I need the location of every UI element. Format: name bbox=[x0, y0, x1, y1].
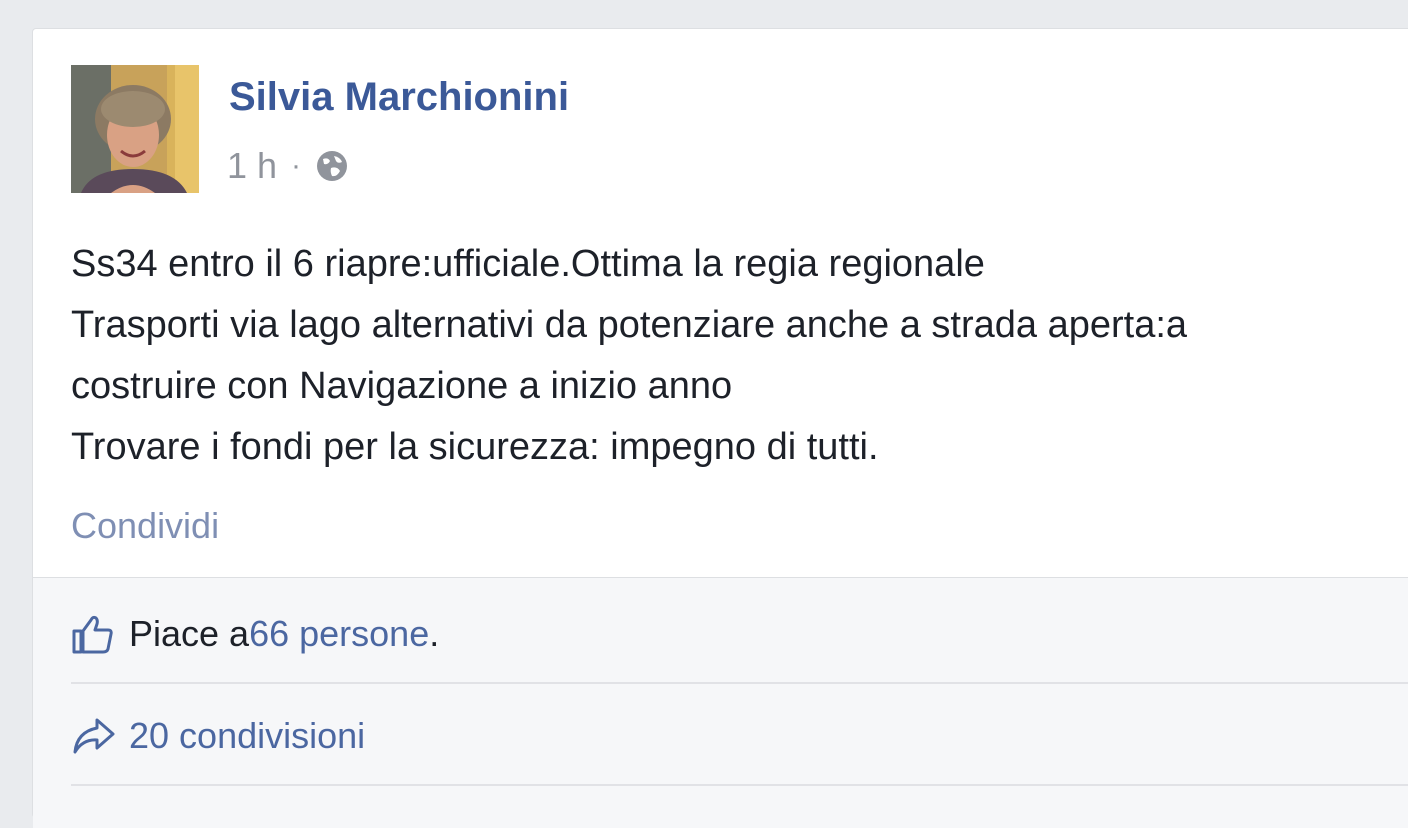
share-link[interactable]: Condividi bbox=[71, 505, 219, 547]
post-text-line: costruire con Navigazione a inizio anno bbox=[71, 365, 733, 407]
post-footer: Piace a 66 persone . 20 condivisioni bbox=[33, 577, 1408, 828]
likes-row: Piace a 66 persone . bbox=[71, 584, 1408, 684]
likes-prefix: Piace a bbox=[129, 613, 250, 654]
avatar[interactable] bbox=[71, 65, 199, 193]
author-name[interactable]: Silvia Marchionini bbox=[229, 75, 569, 120]
post-card: Silvia Marchionini 1 h · Ss34 entro il 6… bbox=[32, 28, 1408, 828]
post-meta: 1 h · bbox=[227, 143, 349, 189]
likes-people-link[interactable]: 66 persone bbox=[249, 613, 429, 655]
divider bbox=[71, 682, 1408, 684]
post-text-line: Trasporti via lago alternativi da potenz… bbox=[71, 304, 1188, 346]
thumbs-up-icon[interactable] bbox=[71, 612, 115, 656]
post-text-line: Ss34 entro il 6 riapre:ufficiale.Ottima … bbox=[71, 243, 985, 285]
divider bbox=[71, 784, 1408, 786]
share-arrow-icon[interactable] bbox=[71, 714, 115, 758]
likes-suffix: . bbox=[429, 613, 440, 654]
shares-count-link[interactable]: 20 condivisioni bbox=[129, 715, 365, 757]
timestamp[interactable]: 1 h bbox=[227, 145, 277, 187]
shares-row: 20 condivisioni bbox=[71, 686, 1408, 786]
post-text: Ss34 entro il 6 riapre:ufficiale.Ottima … bbox=[71, 234, 1408, 478]
post-text-line: Trovare i fondi per la sicurezza: impegn… bbox=[71, 426, 879, 468]
globe-icon[interactable] bbox=[315, 149, 349, 183]
meta-separator: · bbox=[291, 149, 302, 182]
